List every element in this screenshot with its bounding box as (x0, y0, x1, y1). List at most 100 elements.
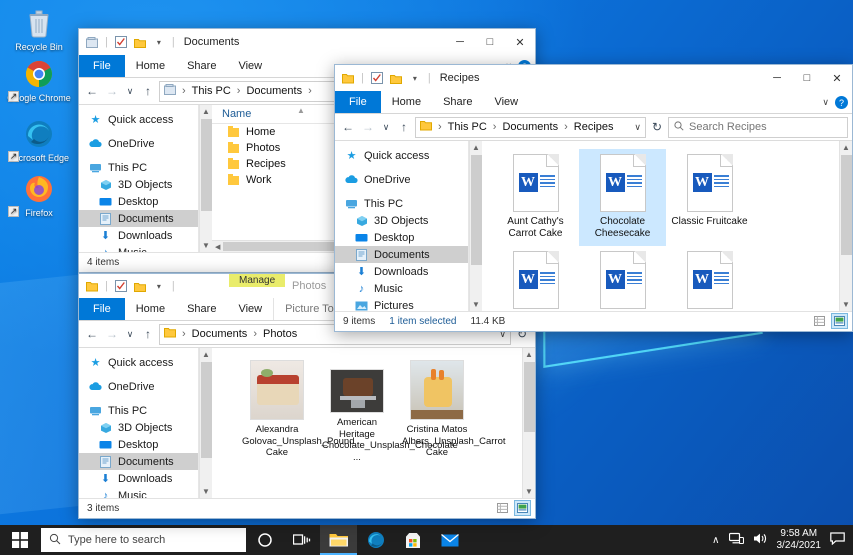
list-item[interactable]: W Classic Fruitcake (666, 149, 753, 246)
new-folder-icon[interactable] (133, 279, 147, 293)
quick-access-toolbar[interactable]: | ▾ | (85, 279, 176, 293)
sidebar-item-music[interactable]: ♪ Music (335, 280, 468, 297)
content-scrollbar-recipes[interactable]: ▲ ▼ (839, 141, 852, 311)
tab-file[interactable]: File (79, 298, 125, 320)
desktop-icon-google-chrome[interactable]: ↗ Google Chrome (6, 57, 72, 104)
up-button[interactable]: ↑ (139, 324, 157, 344)
back-button[interactable]: ← (83, 81, 101, 101)
forward-button[interactable]: → (103, 81, 121, 101)
scroll-up-arrow-icon[interactable]: ▲ (525, 350, 533, 359)
new-folder-icon[interactable] (133, 35, 147, 49)
navigation-pane-photos[interactable]: ★ Quick access OneDrive This PC (79, 348, 199, 498)
refresh-button[interactable]: ↻ (648, 120, 666, 134)
sidebar-item-quick-access[interactable]: ★ Quick access (79, 354, 198, 371)
file-grid-photos[interactable]: Alexandra Golovac_Unsplash_Pound Cake Am… (212, 348, 522, 498)
list-item[interactable]: American Heritage Chocolate_Unsplash_Cho… (320, 356, 394, 467)
navpane-scrollbar-recipes[interactable]: ▲ ▼ (469, 141, 482, 311)
breadcrumb-item-documents[interactable]: Documents (502, 121, 558, 133)
sidebar-item-pictures[interactable]: Pictures (335, 297, 468, 311)
tab-home[interactable]: Home (125, 298, 176, 320)
documents-folder-icon[interactable] (85, 35, 99, 49)
navpane-scrollbar-documents[interactable]: ▲ ▼ (199, 105, 212, 252)
scroll-down-arrow-icon[interactable]: ▼ (525, 487, 533, 496)
scroll-down-arrow-icon[interactable]: ▼ (842, 300, 850, 309)
details-view-icon[interactable] (494, 500, 511, 516)
list-item[interactable]: W Jeremy's Low-Fat Cheesecake (666, 246, 753, 311)
tab-home[interactable]: Home (125, 55, 176, 77)
view-toggle-photos[interactable] (494, 500, 531, 516)
tab-file[interactable]: File (335, 91, 381, 113)
sidebar-item-music[interactable]: ♪ Music (79, 487, 198, 498)
desktop-icon-firefox[interactable]: ↗ Firefox (6, 172, 72, 219)
close-button[interactable]: ✕ (505, 29, 535, 55)
list-item[interactable]: W Easy Cake Pops (492, 246, 579, 311)
tab-file[interactable]: File (79, 55, 125, 77)
breadcrumb-item-recipes[interactable]: Recipes (574, 121, 632, 133)
sidebar-item-this-pc[interactable]: This PC (79, 402, 198, 419)
microsoft-store-icon[interactable] (394, 525, 431, 555)
scrollbar-thumb[interactable] (201, 119, 212, 211)
help-icon[interactable]: ? (835, 96, 848, 109)
scroll-down-arrow-icon[interactable]: ▼ (472, 300, 480, 309)
volume-icon[interactable] (753, 532, 768, 548)
sidebar-item-3d-objects[interactable]: 3D Objects (79, 419, 198, 436)
quick-access-toolbar[interactable]: | ▾ | (85, 35, 176, 49)
scroll-down-arrow-icon[interactable]: ▼ (202, 487, 210, 496)
search-input[interactable]: Type here to search (41, 528, 246, 552)
breadcrumb-item-this-pc[interactable]: This PC (192, 85, 231, 97)
sidebar-item-desktop[interactable]: Desktop (335, 229, 468, 246)
customize-chevron-icon[interactable]: ▾ (152, 279, 166, 293)
large-icons-view-icon[interactable] (514, 500, 531, 516)
network-icon[interactable] (729, 532, 744, 548)
view-toggle-recipes[interactable] (811, 313, 848, 329)
forward-button[interactable]: → (359, 117, 377, 137)
customize-chevron-icon[interactable]: ▾ (152, 35, 166, 49)
sidebar-item-3d-objects[interactable]: 3D Objects (79, 176, 198, 193)
navpane-scrollbar-photos[interactable]: ▲ ▼ (199, 348, 212, 498)
sidebar-item-documents[interactable]: Documents (79, 453, 198, 470)
sidebar-item-onedrive[interactable]: OneDrive (335, 171, 468, 188)
system-tray[interactable]: ∧ 9:58 AM 3/24/2021 (712, 528, 853, 552)
customize-chevron-icon[interactable]: ▾ (408, 71, 422, 85)
titlebar-recipes[interactable]: | ▾ | Recipes ─ □ ✕ (335, 65, 852, 91)
maximize-button[interactable]: □ (792, 65, 822, 91)
forward-button[interactable]: → (103, 324, 121, 344)
file-explorer-icon[interactable] (320, 525, 357, 555)
up-button[interactable]: ↑ (395, 117, 413, 137)
list-item[interactable]: Cristina Matos Albers_Unsplash_Carrot Ca… (400, 356, 474, 467)
desktop-icon-microsoft-edge[interactable]: ↗ Microsoft Edge (6, 117, 72, 164)
breadcrumb-dropdown-icon[interactable]: ∨ (634, 122, 641, 133)
scrollbar-thumb[interactable] (841, 155, 852, 255)
taskbar[interactable]: Type here to search (0, 525, 853, 555)
scroll-up-arrow-icon[interactable]: ▲ (202, 350, 210, 359)
recent-locations-button[interactable]: ∨ (379, 117, 393, 137)
close-button[interactable]: ✕ (822, 65, 852, 91)
sidebar-item-desktop[interactable]: Desktop (79, 193, 198, 210)
search-input[interactable]: Search Recipes (668, 117, 848, 138)
content-scrollbar-photos[interactable]: ▲ ▼ (522, 348, 535, 498)
sidebar-item-music[interactable]: ♪ Music (79, 244, 198, 252)
breadcrumb-item-documents[interactable]: Documents (246, 85, 302, 97)
file-grid-recipes[interactable]: W Aunt Cathy's Carrot Cake W Chocolate C… (482, 141, 839, 311)
breadcrumb-item-documents[interactable]: Documents (192, 328, 248, 340)
show-hidden-icons-chevron-icon[interactable]: ∧ (712, 535, 719, 546)
microsoft-edge-icon[interactable] (357, 525, 394, 555)
tab-share[interactable]: Share (432, 91, 483, 113)
contextual-tab-manage-label[interactable]: Manage (229, 274, 285, 287)
sidebar-item-this-pc[interactable]: This PC (335, 195, 468, 212)
navigation-pane-recipes[interactable]: ★ Quick access OneDrive This PC (335, 141, 469, 311)
navigation-pane-documents[interactable]: ★ Quick access OneDrive This PC (79, 105, 199, 252)
sidebar-item-3d-objects[interactable]: 3D Objects (335, 212, 468, 229)
ribbon-recipes[interactable]: File Home Share View ∨ ? (335, 91, 852, 114)
breadcrumb-bar[interactable]: › This PC › Documents › Recipes ∨ (415, 117, 646, 138)
task-view-icon[interactable] (283, 525, 320, 555)
sidebar-item-downloads[interactable]: ⬇ Downloads (79, 470, 198, 487)
action-center-icon[interactable] (830, 532, 845, 548)
addressbar-recipes[interactable]: ← → ∨ ↑ › This PC › Documents › Recipes … (335, 114, 852, 141)
sidebar-item-quick-access[interactable]: ★ Quick access (335, 147, 468, 164)
minimize-button[interactable]: ─ (445, 29, 475, 55)
recent-locations-button[interactable]: ∨ (123, 81, 137, 101)
breadcrumb-item-this-pc[interactable]: This PC (448, 121, 487, 133)
sidebar-item-this-pc[interactable]: This PC (79, 159, 198, 176)
properties-icon[interactable] (370, 71, 384, 85)
